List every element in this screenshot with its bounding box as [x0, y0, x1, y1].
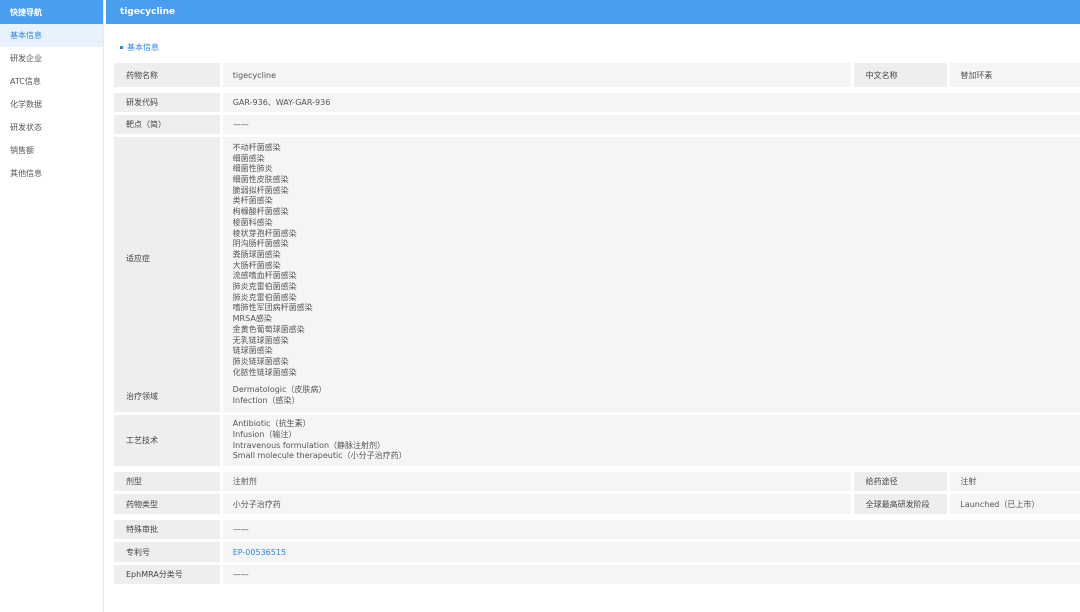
- chinese-name-label: 中文名称: [853, 63, 948, 87]
- ephmra-value: ——: [222, 565, 1080, 584]
- list-item: Infusion（输注）: [232, 429, 297, 439]
- highest-phase-value: Launched（已上市）: [950, 494, 1080, 514]
- list-item: 类杆菌感染: [232, 196, 273, 206]
- list-item: 粪肠球菌感染: [232, 249, 281, 259]
- target-label: 靶点（简）: [114, 115, 220, 134]
- indications-label: 适应症: [114, 137, 220, 381]
- list-item: Intravenous formulation（静脉注射剂）: [232, 440, 386, 450]
- list-item: 细菌性皮肤感染: [232, 175, 289, 185]
- table-row: 工艺技术 Antibiotic（抗生素） Infusion（输注） Intrav…: [114, 412, 1080, 466]
- drug-type-value: 小分子治疗药: [222, 494, 851, 514]
- special-approval-value: ——: [222, 520, 1080, 539]
- list-item: MRSA感染: [232, 314, 272, 324]
- list-item: 嗜肺性军团病杆菌感染: [232, 303, 313, 313]
- list-item: Antibiotic（抗生素）: [232, 419, 311, 429]
- info-table: 药物名称 tigecycline 中文名称 替加环素 研发代码 GAR-936、…: [114, 63, 1080, 584]
- table-row: 适应症 治疗领域 不动杆菌感染 细菌感染 细菌性肺炎 细菌性皮肤感染 脆弱拟杆菌…: [114, 134, 1080, 412]
- drug-name-value: tigecycline: [222, 63, 851, 87]
- list-item: 梭菌科感染: [232, 217, 273, 227]
- patent-label: 专利号: [114, 542, 220, 562]
- table-row: 靶点（简） ——: [114, 112, 1080, 134]
- patent-link[interactable]: EP-00536515: [233, 548, 286, 557]
- page-title: tigecycline: [106, 0, 1080, 24]
- sidebar-item-rd-status[interactable]: 研发状态: [0, 116, 103, 139]
- drug-name-label: 药物名称: [114, 63, 220, 87]
- table-row: 剂型 注射剂 给药途径 注射: [114, 469, 1080, 491]
- list-item: 化脓性链球菌感染: [232, 367, 297, 377]
- list-item: Small molecule therapeutic（小分子治疗药）: [232, 451, 407, 461]
- list-item: 脆弱拟杆菌感染: [232, 185, 289, 195]
- rd-code-value: GAR-936、WAY-GAR-936: [222, 93, 1080, 112]
- list-item: 细菌性肺炎: [232, 164, 273, 174]
- technology-label: 工艺技术: [114, 415, 220, 466]
- main-content: tigecycline 基本信息 药物名称 tigecycline 中文名称 替…: [106, 0, 1080, 612]
- section-title: 基本信息: [120, 41, 1080, 53]
- list-item: 不动杆菌感染: [232, 142, 281, 152]
- table-row: 专利号 EP-00536515: [114, 539, 1080, 562]
- sidebar-item-rd-company[interactable]: 研发企业: [0, 47, 103, 70]
- list-item: Dermatologic（皮肤病）: [232, 385, 327, 395]
- list-item: 无乳链球菌感染: [232, 335, 289, 345]
- list-item: 阴沟肠杆菌感染: [232, 239, 289, 249]
- list-item: 细菌感染: [232, 153, 265, 163]
- indications-list: 不动杆菌感染 细菌感染 细菌性肺炎 细菌性皮肤感染 脆弱拟杆菌感染 类杆菌感染 …: [222, 137, 1080, 381]
- sidebar-item-sales[interactable]: 销售额: [0, 139, 103, 162]
- dosage-form-value: 注射剂: [222, 472, 851, 491]
- table-row: 特殊审批 ——: [114, 517, 1080, 539]
- table-row: 研发代码 GAR-936、WAY-GAR-936: [114, 90, 1080, 112]
- highest-phase-label: 全球最高研发阶段: [853, 494, 948, 514]
- technology-list: Antibiotic（抗生素） Infusion（输注） Intravenous…: [222, 415, 1080, 466]
- sidebar-item-other-info[interactable]: 其他信息: [0, 162, 103, 185]
- list-item: 枸橼酸杆菌感染: [232, 207, 289, 217]
- list-item: 肺炎克雷伯菌感染: [232, 292, 297, 302]
- table-row: 药物名称 tigecycline 中文名称 替加环素: [114, 63, 1080, 87]
- special-approval-label: 特殊审批: [114, 520, 220, 539]
- patent-value-cell: EP-00536515: [222, 542, 1080, 562]
- sidebar: 快捷导航 基本信息 研发企业 ATC信息 化学数据 研发状态 销售额 其他信息: [0, 0, 104, 612]
- ephmra-label: EphMRA分类号: [114, 565, 220, 584]
- sidebar-item-chemical-data[interactable]: 化学数据: [0, 93, 103, 116]
- therapeutic-area-list: Dermatologic（皮肤病） Infection（感染）: [222, 380, 1080, 412]
- bullet-icon: [120, 45, 123, 49]
- list-item: Infection（感染）: [232, 396, 300, 406]
- list-item: 大肠杆菌感染: [232, 260, 281, 270]
- rd-code-label: 研发代码: [114, 93, 220, 112]
- list-item: 链球菌感染: [232, 346, 273, 356]
- sidebar-header: 快捷导航: [0, 0, 103, 24]
- list-item: 流感嗜血杆菌感染: [232, 271, 297, 281]
- drug-type-label: 药物类型: [114, 494, 220, 514]
- route-value: 注射: [950, 472, 1080, 491]
- therapeutic-area-label: 治疗领域: [114, 380, 220, 412]
- table-row: EphMRA分类号 ——: [114, 562, 1080, 584]
- table-row: 药物类型 小分子治疗药 全球最高研发阶段 Launched（已上市）: [114, 491, 1080, 514]
- route-label: 给药途径: [853, 472, 948, 491]
- dosage-form-label: 剂型: [114, 472, 220, 491]
- list-item: 棱状芽孢杆菌感染: [232, 228, 297, 238]
- sidebar-item-atc-info[interactable]: ATC信息: [0, 70, 103, 93]
- target-value: ——: [222, 115, 1080, 134]
- chinese-name-value: 替加环素: [950, 63, 1080, 87]
- sidebar-item-basic-info[interactable]: 基本信息: [0, 24, 103, 47]
- list-item: 肺炎链球菌感染: [232, 357, 289, 366]
- section-title-text: 基本信息: [127, 42, 159, 52]
- list-item: 肺炎克雷伯菌感染: [232, 282, 297, 292]
- list-item: 金黄色葡萄球菌感染: [232, 324, 305, 334]
